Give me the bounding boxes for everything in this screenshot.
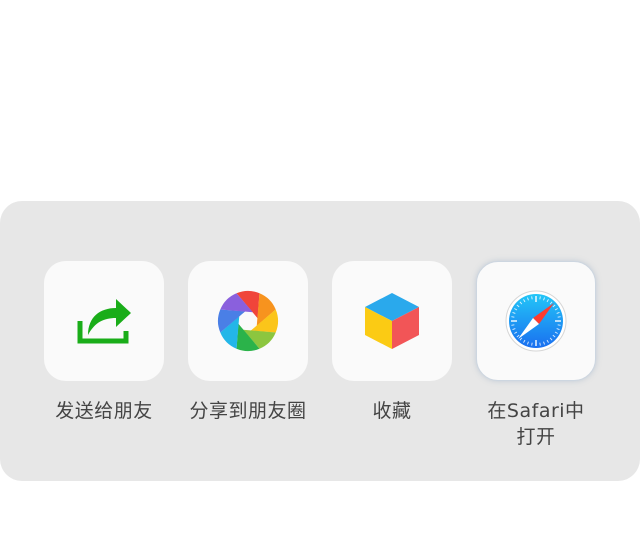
send-to-friend-action[interactable]: 发送给朋友 [44, 261, 164, 424]
share-to-moments-button[interactable] [188, 261, 308, 381]
compass-tick [531, 342, 533, 346]
compass-tick [511, 316, 515, 318]
share-sheet: 发送给朋友 分享到朋友圈 收藏 在Safari中 打开 [0, 201, 640, 481]
favorites-cube-icon [365, 293, 419, 349]
compass-tick [557, 316, 561, 318]
send-to-friend-label: 发送给朋友 [55, 400, 153, 422]
open-in-safari-button[interactable] [476, 261, 596, 381]
open-in-safari-label: 在Safari中 打开 [461, 398, 611, 450]
share-to-moments-action[interactable]: 分享到朋友圈 [188, 261, 308, 424]
compass-tick [557, 324, 561, 326]
aperture-center [239, 312, 257, 330]
compass-tick [511, 324, 515, 326]
compass-tick [539, 296, 541, 300]
safari-compass-icon [505, 290, 567, 352]
moments-aperture-icon [218, 291, 278, 351]
open-in-safari-label-line1: 在Safari中 [487, 400, 585, 422]
share-to-moments-label: 分享到朋友圈 [189, 400, 307, 422]
favorites-label: 收藏 [372, 400, 412, 422]
compass-tick [531, 296, 533, 300]
share-arrow-icon [77, 299, 131, 344]
favorites-action[interactable]: 收藏 [332, 261, 452, 424]
open-in-safari-label-line2: 打开 [516, 426, 556, 448]
favorites-button[interactable] [332, 261, 452, 381]
open-in-safari-action[interactable]: 在Safari中 打开 [476, 261, 596, 450]
send-to-friend-button[interactable] [44, 261, 164, 381]
compass-tick [539, 342, 541, 346]
